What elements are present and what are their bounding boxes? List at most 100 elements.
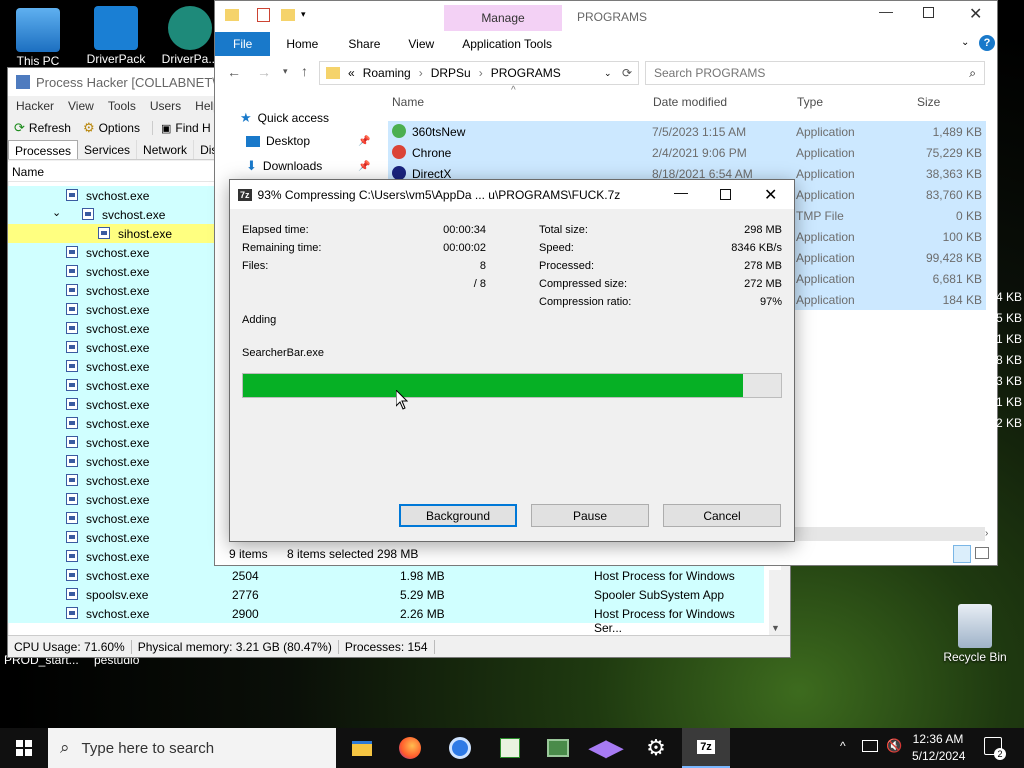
spreadsheet-icon bbox=[500, 738, 520, 758]
maximize-icon[interactable] bbox=[720, 189, 731, 200]
manage-contextual-tab[interactable]: Manage bbox=[444, 5, 562, 31]
column-name[interactable]: Name bbox=[392, 95, 424, 109]
tab-network[interactable]: Network bbox=[137, 140, 195, 159]
table-row[interactable]: spoolsv.exe 2776 5.29 MB Spooler SubSystem … bbox=[8, 585, 764, 604]
table-row[interactable]: svchost.exe 2504 1.98 MB Host Process for W… bbox=[8, 566, 764, 597]
folder-icon bbox=[326, 67, 340, 79]
explorer-window-title: PROGRAMS bbox=[577, 10, 648, 24]
search-box[interactable]: ⌕ bbox=[645, 61, 985, 85]
taskbar-file-explorer[interactable] bbox=[338, 728, 386, 768]
process-desc: Spooler SubSystem App bbox=[594, 588, 725, 602]
tab-view[interactable]: View bbox=[408, 37, 434, 51]
desktop-icon-recycle-bin[interactable]: Recycle Bin bbox=[942, 604, 1008, 664]
breadcrumb-programs[interactable]: PROGRAMS bbox=[491, 66, 561, 80]
star-icon: ★ bbox=[240, 110, 252, 125]
column-header-name[interactable]: Name bbox=[8, 162, 218, 182]
process-name: svchost.exe bbox=[86, 512, 150, 526]
help-icon[interactable]: ? bbox=[979, 35, 995, 51]
refresh-button[interactable]: ⟳ Refresh bbox=[14, 120, 71, 136]
h-scrollbar[interactable] bbox=[795, 527, 985, 541]
large-icons-view-icon[interactable] bbox=[975, 547, 989, 559]
search-input[interactable] bbox=[654, 66, 954, 80]
menu-hacker[interactable]: Hacker bbox=[16, 99, 54, 113]
network-icon[interactable] bbox=[862, 740, 878, 752]
taskbar-chrome[interactable] bbox=[436, 728, 484, 768]
stat-value: 272 MB bbox=[744, 278, 782, 290]
file-size: 38,363 KB bbox=[925, 167, 982, 181]
ribbon-expand-icon[interactable]: ⌄ bbox=[961, 37, 969, 48]
process-mem: 2.26 MB bbox=[400, 607, 445, 621]
minimize-icon[interactable]: — bbox=[674, 184, 688, 200]
physical-memory: Physical memory: 3.21 GB (80.47%) bbox=[132, 639, 339, 654]
desktop-icon-driverpack[interactable]: DriverPack bbox=[84, 6, 148, 66]
taskbar-firefox[interactable] bbox=[386, 728, 434, 768]
menu-view[interactable]: View bbox=[68, 99, 94, 113]
desktop-icon-this-pc[interactable]: This PC bbox=[6, 8, 70, 68]
taskbar-search-box[interactable]: ⌕ Type here to search bbox=[48, 728, 336, 768]
tab-share[interactable]: Share bbox=[348, 37, 380, 51]
clock-date[interactable]: 5/12/2024 bbox=[912, 749, 965, 763]
browser-icon bbox=[449, 737, 471, 759]
explorer-titlebar[interactable]: ▾ Manage PROGRAMS — ✕ bbox=[215, 1, 997, 31]
process-icon bbox=[66, 360, 78, 372]
menu-users[interactable]: Users bbox=[150, 99, 181, 113]
column-date-modified[interactable]: Date modified bbox=[653, 95, 727, 109]
taskbar-settings[interactable]: ⚙ bbox=[632, 728, 680, 768]
taskbar-visual-studio[interactable]: ◀▶ bbox=[582, 728, 630, 768]
nav-desktop[interactable]: Desktop 📌 bbox=[246, 134, 370, 148]
file-row[interactable]: Chrone 2/4/2021 9:06 PM Application 75,229 … bbox=[388, 142, 986, 163]
tab-home[interactable]: Home bbox=[286, 37, 318, 51]
cancel-button[interactable]: Cancel bbox=[663, 504, 781, 527]
breadcrumb-roaming[interactable]: Roaming bbox=[363, 66, 411, 80]
find-handles-button[interactable]: ▣ Find H bbox=[151, 121, 211, 135]
new-folder-icon[interactable] bbox=[281, 9, 295, 21]
address-bar[interactable]: « Roaming › DRPSu › PROGRAMS ⌄ ⟳ bbox=[319, 61, 639, 85]
options-button[interactable]: ⚙ Options bbox=[83, 120, 140, 136]
compression-progress-bar bbox=[242, 373, 782, 398]
maximize-icon[interactable] bbox=[923, 7, 934, 18]
taskbar-app-chart[interactable] bbox=[486, 728, 534, 768]
breadcrumb-drpsu[interactable]: DRPSu bbox=[431, 66, 471, 80]
monitor-icon bbox=[547, 739, 569, 757]
up-icon[interactable]: ↑ bbox=[301, 63, 308, 79]
column-type[interactable]: Type bbox=[797, 95, 823, 109]
forward-icon[interactable]: → bbox=[257, 64, 271, 80]
clock-time[interactable]: 12:36 AM bbox=[912, 732, 964, 746]
process-mem: 5.29 MB bbox=[400, 588, 445, 602]
properties-icon[interactable] bbox=[257, 8, 270, 22]
menu-tools[interactable]: Tools bbox=[108, 99, 136, 113]
refresh-icon[interactable]: ⟳ bbox=[622, 66, 632, 80]
compression-dialog-titlebar[interactable]: 7z 93% Compressing C:\Users\vm5\AppDa ..… bbox=[230, 180, 794, 209]
desktop-icon-driverpack-2[interactable]: DriverPa... bbox=[158, 6, 222, 66]
tray-chevron-up-icon[interactable]: ^ bbox=[840, 739, 846, 753]
table-row[interactable]: svchost.exe 2900 2.26 MB Host Process for W… bbox=[8, 604, 764, 635]
background-button[interactable]: Background bbox=[399, 504, 517, 527]
column-size[interactable]: Size bbox=[917, 95, 940, 109]
tab-application-tools[interactable]: Application Tools bbox=[462, 37, 552, 51]
file-row[interactable]: 360tsNew 7/5/2023 1:15 AM Application 1,489… bbox=[388, 121, 986, 142]
pause-button[interactable]: Pause bbox=[531, 504, 649, 527]
chevron-down-icon[interactable]: ⌄ bbox=[52, 206, 61, 219]
close-icon[interactable]: ✕ bbox=[764, 185, 777, 205]
tab-services[interactable]: Services bbox=[78, 140, 138, 159]
volume-muted-icon[interactable]: 🔇 bbox=[886, 738, 902, 754]
nav-downloads[interactable]: ⬇ Downloads 📌 bbox=[246, 158, 370, 174]
qat-dropdown-icon[interactable]: ▾ bbox=[301, 9, 306, 20]
7zip-icon: 7z bbox=[238, 188, 252, 201]
process-name: svchost.exe bbox=[86, 455, 150, 469]
file-tab[interactable]: File bbox=[215, 32, 271, 56]
start-button[interactable] bbox=[0, 728, 48, 768]
close-icon[interactable]: ✕ bbox=[969, 4, 982, 24]
back-icon[interactable]: ← bbox=[227, 64, 241, 80]
taskbar-app-monitor[interactable] bbox=[534, 728, 582, 768]
recent-dropdown-icon[interactable]: ▾ bbox=[283, 66, 288, 77]
address-dropdown-icon[interactable]: ⌄ bbox=[604, 68, 612, 79]
nav-quick-access[interactable]: ★ Quick access bbox=[240, 110, 329, 126]
process-list-scrollbar[interactable]: ▼ bbox=[769, 570, 782, 635]
h-scroll-right-icon[interactable]: › bbox=[985, 528, 988, 539]
status-item-count: 9 items bbox=[229, 547, 268, 561]
taskbar-7zip[interactable]: 7z bbox=[682, 728, 730, 768]
details-view-icon[interactable] bbox=[953, 545, 971, 563]
minimize-icon[interactable]: — bbox=[879, 3, 893, 19]
tab-processes[interactable]: Processes bbox=[8, 140, 79, 159]
